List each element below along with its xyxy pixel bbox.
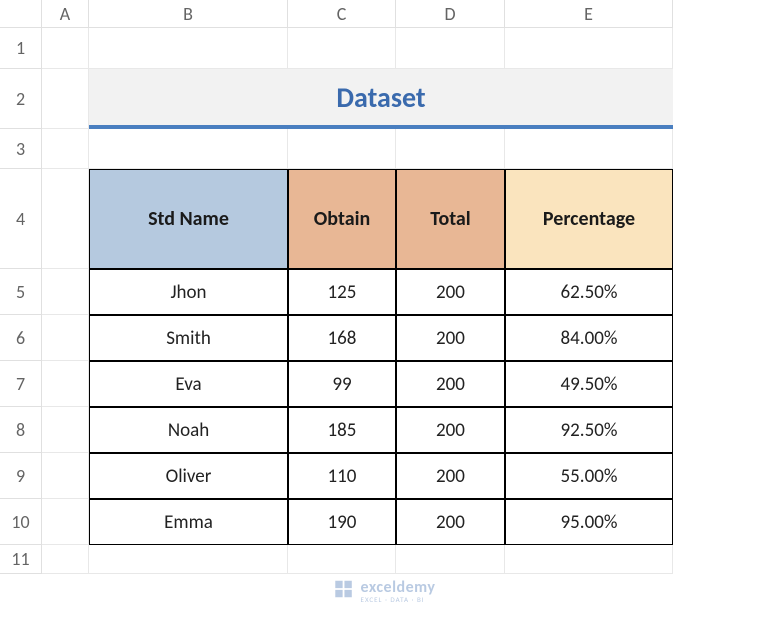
cell-B11[interactable] — [89, 545, 288, 574]
cell-A2[interactable] — [42, 69, 89, 129]
cell-A11[interactable] — [42, 545, 89, 574]
cell-A5[interactable] — [42, 269, 89, 315]
cell-percentage[interactable]: 95.00% — [505, 499, 673, 545]
cell-total[interactable]: 200 — [396, 499, 505, 545]
cell-E11[interactable] — [505, 545, 673, 574]
cell-C3[interactable] — [288, 129, 396, 169]
cell-A9[interactable] — [42, 453, 89, 499]
cell-A3[interactable] — [42, 129, 89, 169]
watermark-brand: exceldemy — [361, 580, 436, 596]
spreadsheet-grid: A B C D E 1 2 3 4 5 6 7 8 9 10 11 Datase… — [0, 0, 673, 574]
row-header-2[interactable]: 2 — [0, 69, 42, 129]
cell-A6[interactable] — [42, 315, 89, 361]
cell-obtain[interactable]: 190 — [288, 499, 396, 545]
row-header-9[interactable]: 9 — [0, 453, 42, 499]
row-header-3[interactable]: 3 — [0, 129, 42, 169]
header-obtain[interactable]: Obtain — [288, 169, 396, 269]
column-header-D[interactable]: D — [396, 0, 505, 28]
column-header-B[interactable]: B — [89, 0, 288, 28]
cell-E3[interactable] — [505, 129, 673, 169]
cell-A7[interactable] — [42, 361, 89, 407]
cell-obtain[interactable]: 99 — [288, 361, 396, 407]
cell-percentage[interactable]: 49.50% — [505, 361, 673, 407]
cell-percentage[interactable]: 92.50% — [505, 407, 673, 453]
row-header-10[interactable]: 10 — [0, 499, 42, 545]
cell-name[interactable]: Noah — [89, 407, 288, 453]
cell-C11[interactable] — [288, 545, 396, 574]
cell-A10[interactable] — [42, 499, 89, 545]
cell-percentage[interactable]: 55.00% — [505, 453, 673, 499]
cell-name[interactable]: Eva — [89, 361, 288, 407]
row-header-6[interactable]: 6 — [0, 315, 42, 361]
header-total[interactable]: Total — [396, 169, 505, 269]
cell-obtain[interactable]: 185 — [288, 407, 396, 453]
cell-B1[interactable] — [89, 28, 288, 69]
cell-obtain[interactable]: 168 — [288, 315, 396, 361]
cell-obtain[interactable]: 125 — [288, 269, 396, 315]
cell-name[interactable]: Oliver — [89, 453, 288, 499]
watermark: exceldemy EXCEL · DATA · BI — [333, 578, 436, 605]
cell-total[interactable]: 200 — [396, 453, 505, 499]
dataset-title[interactable]: Dataset — [89, 69, 673, 129]
cell-D11[interactable] — [396, 545, 505, 574]
cell-A4[interactable] — [42, 169, 89, 269]
cell-C1[interactable] — [288, 28, 396, 69]
column-header-C[interactable]: C — [288, 0, 396, 28]
cell-total[interactable]: 200 — [396, 269, 505, 315]
cell-name[interactable]: Jhon — [89, 269, 288, 315]
cell-obtain[interactable]: 110 — [288, 453, 396, 499]
cell-total[interactable]: 200 — [396, 361, 505, 407]
cell-A1[interactable] — [42, 28, 89, 69]
cell-B3[interactable] — [89, 129, 288, 169]
row-header-7[interactable]: 7 — [0, 361, 42, 407]
row-header-11[interactable]: 11 — [0, 545, 42, 574]
cell-percentage[interactable]: 62.50% — [505, 269, 673, 315]
cell-name[interactable]: Smith — [89, 315, 288, 361]
cell-D3[interactable] — [396, 129, 505, 169]
column-header-A[interactable]: A — [42, 0, 89, 28]
cell-total[interactable]: 200 — [396, 407, 505, 453]
row-header-5[interactable]: 5 — [0, 269, 42, 315]
cell-percentage[interactable]: 84.00% — [505, 315, 673, 361]
cell-name[interactable]: Emma — [89, 499, 288, 545]
cell-A8[interactable] — [42, 407, 89, 453]
header-percentage[interactable]: Percentage — [505, 169, 673, 269]
header-std-name[interactable]: Std Name — [89, 169, 288, 269]
column-header-E[interactable]: E — [505, 0, 673, 28]
row-header-8[interactable]: 8 — [0, 407, 42, 453]
select-all-corner[interactable] — [0, 0, 42, 28]
cell-D1[interactable] — [396, 28, 505, 69]
cell-total[interactable]: 200 — [396, 315, 505, 361]
cell-E1[interactable] — [505, 28, 673, 69]
watermark-icon — [333, 578, 355, 605]
row-header-4[interactable]: 4 — [0, 169, 42, 269]
watermark-tagline: EXCEL · DATA · BI — [361, 596, 436, 603]
row-header-1[interactable]: 1 — [0, 28, 42, 69]
